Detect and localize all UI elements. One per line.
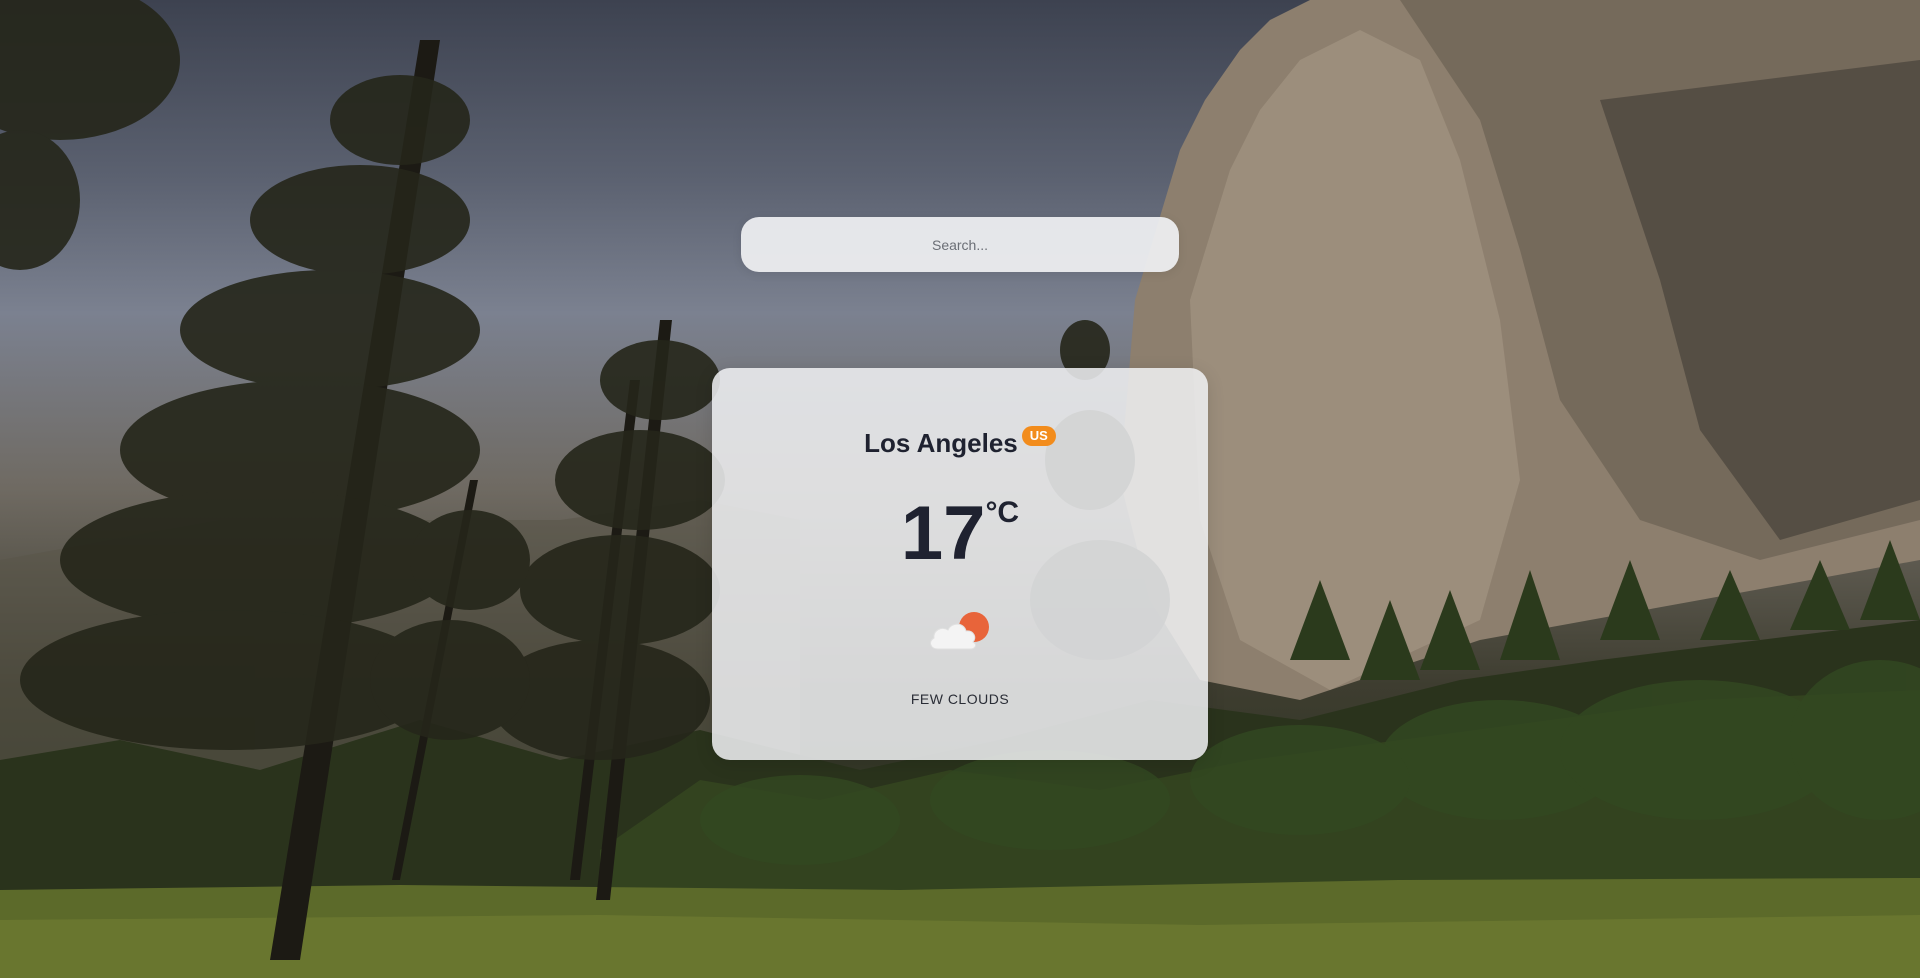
city-name: Los Angeles <box>864 428 1018 458</box>
search-input[interactable] <box>741 216 1179 273</box>
search-bar[interactable] <box>741 216 1179 273</box>
location-row: Los Angeles US <box>712 426 1208 459</box>
temperature-value: 17 <box>900 491 986 576</box>
weather-condition: FEW CLOUDS <box>910 691 1010 707</box>
temperature-unit: °C <box>985 496 1020 529</box>
weather-card: Los Angeles US 17°C FEW CLOUDS <box>712 368 1208 760</box>
few-clouds-day-icon <box>926 607 996 657</box>
country-badge: US <box>1021 426 1056 446</box>
temperature-row: 17°C <box>712 496 1208 572</box>
